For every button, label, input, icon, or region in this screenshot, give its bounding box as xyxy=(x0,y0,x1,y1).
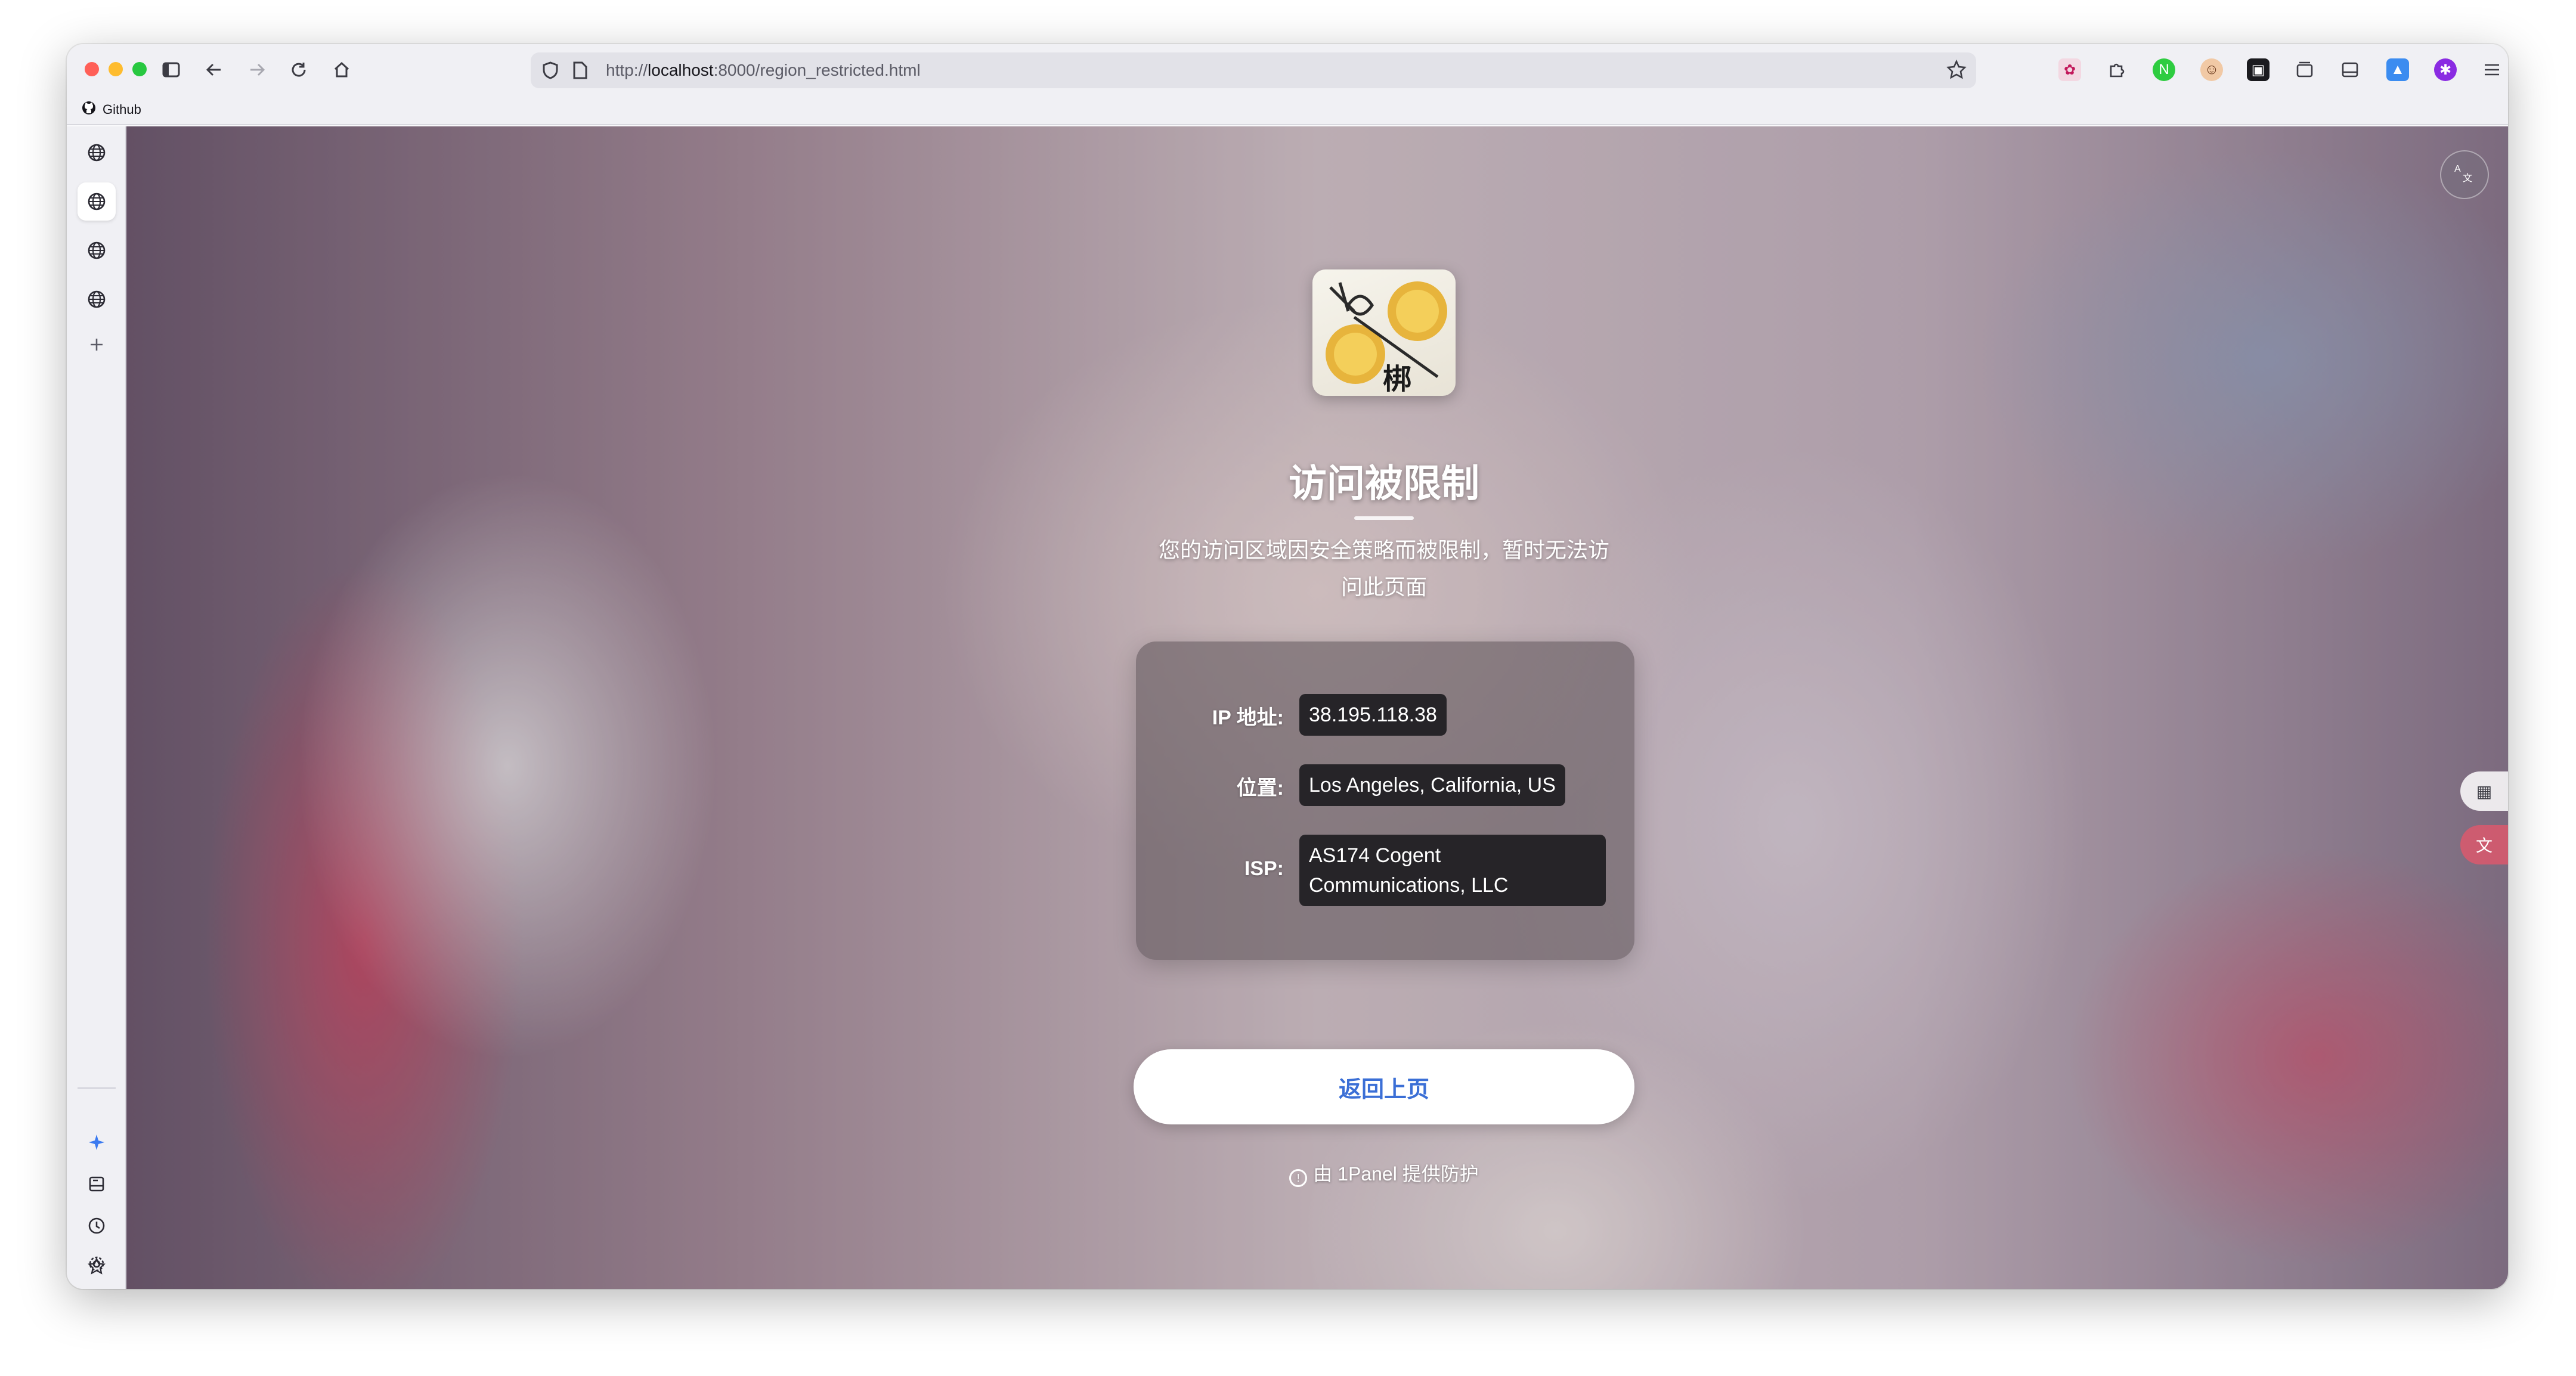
address-bar[interactable]: http://localhost:8000/region_restricted.… xyxy=(531,52,1976,88)
history-icon[interactable] xyxy=(78,1207,116,1245)
translate-bubble-icon: 文 xyxy=(2475,836,2493,855)
sidebar-divider xyxy=(78,1087,116,1089)
shield-info-icon: ! xyxy=(1289,1169,1308,1187)
github-icon xyxy=(81,100,97,119)
page-info-icon[interactable] xyxy=(572,61,588,83)
ip-address-value: 38.195.118.38 xyxy=(1299,694,1447,736)
globe-icon[interactable] xyxy=(78,280,116,318)
translate-icon: A文 xyxy=(2453,161,2476,188)
site-logo: 梆 xyxy=(1312,269,1456,396)
extension-green-icon[interactable]: N xyxy=(2153,58,2175,81)
browser-window: http://localhost:8000/region_restricted.… xyxy=(67,44,2508,1289)
isp-value: AS174 Cogent Communications, LLC xyxy=(1299,835,1606,906)
maximize-window-button[interactable] xyxy=(132,62,147,76)
forward-arrow-icon[interactable] xyxy=(242,55,272,85)
protection-footer: ! 由 1Panel 提供防护 xyxy=(1134,1159,1634,1187)
info-label: 位置: xyxy=(1236,777,1284,799)
restriction-panel: 梆 访问被限制 您的访问区域因安全策略而被限制，暂时无法访问此页面 IP 地址:… xyxy=(1134,126,1634,1289)
home-icon[interactable] xyxy=(327,55,357,85)
reader-icon[interactable] xyxy=(2339,58,2361,81)
grid-plus-icon: ▦ xyxy=(2476,782,2493,801)
drive-icon[interactable] xyxy=(78,1165,116,1203)
footer-text: 由 1Panel 提供防护 xyxy=(1313,1163,1479,1185)
globe-icon[interactable] xyxy=(78,182,116,221)
back-arrow-icon[interactable] xyxy=(199,55,229,85)
globe-icon[interactable] xyxy=(78,231,116,269)
puzzle-icon[interactable] xyxy=(2105,58,2128,81)
info-label: ISP: xyxy=(1244,857,1284,880)
url-text[interactable]: http://localhost:8000/region_restricted.… xyxy=(606,61,921,80)
extension-purple-icon[interactable]: ✱ xyxy=(2434,58,2457,81)
page-subtitle: 您的访问区域因安全策略而被限制，暂时无法访问此页面 xyxy=(1158,538,1609,599)
svg-text:文: 文 xyxy=(2463,172,2472,184)
extension-blue-icon[interactable]: ▲ xyxy=(2386,58,2409,81)
window-controls xyxy=(85,62,147,76)
translate-button[interactable]: A文 xyxy=(2440,150,2489,199)
browser-sidebar xyxy=(67,126,126,1289)
client-info-card: IP 地址: 38.195.118.38 位置: Los Angeles, Ca… xyxy=(1136,641,1634,960)
reload-icon[interactable] xyxy=(284,55,314,85)
float-translate-button[interactable]: 文 xyxy=(2460,825,2508,864)
page-content: A文 ▦ 文 梆 访问被限制 您的访问区域因安全策略而被限制，暂时无法访问此页面… xyxy=(126,126,2508,1289)
float-tool-button[interactable]: ▦ xyxy=(2460,771,2508,811)
bookmark-star-icon[interactable] xyxy=(1946,59,1967,83)
bookmarks-bar: Github xyxy=(67,95,2508,125)
location-value: Los Angeles, California, US xyxy=(1299,764,1565,806)
extension-1-icon[interactable]: ✿ xyxy=(2058,58,2081,81)
extension-dark-icon[interactable]: ▣ xyxy=(2247,58,2270,81)
shield-icon[interactable] xyxy=(541,61,559,83)
sidebar-toggle-icon[interactable] xyxy=(156,55,186,85)
bookmark-github[interactable]: Github xyxy=(81,100,141,119)
bookmark-label: Github xyxy=(103,102,141,117)
sparkle-icon[interactable] xyxy=(78,1123,116,1161)
title-underline xyxy=(1354,516,1414,520)
browser-toolbar: http://localhost:8000/region_restricted.… xyxy=(67,44,2508,95)
settings-icon[interactable] xyxy=(78,1245,116,1283)
svg-text:A: A xyxy=(2454,164,2461,174)
extension-avatar-icon[interactable]: ☺ xyxy=(2200,58,2223,81)
close-window-button[interactable] xyxy=(85,62,99,76)
go-back-button[interactable]: 返回上页 xyxy=(1134,1049,1634,1124)
plus-icon[interactable] xyxy=(78,326,116,364)
logo-character: 梆 xyxy=(1383,362,1412,396)
minimize-window-button[interactable] xyxy=(109,62,123,76)
globe-icon[interactable] xyxy=(78,134,116,172)
menu-icon[interactable] xyxy=(2481,58,2503,81)
tabs-icon[interactable] xyxy=(2293,58,2316,81)
info-label: IP 地址: xyxy=(1212,706,1284,729)
page-title: 访问被限制 xyxy=(1289,462,1479,505)
